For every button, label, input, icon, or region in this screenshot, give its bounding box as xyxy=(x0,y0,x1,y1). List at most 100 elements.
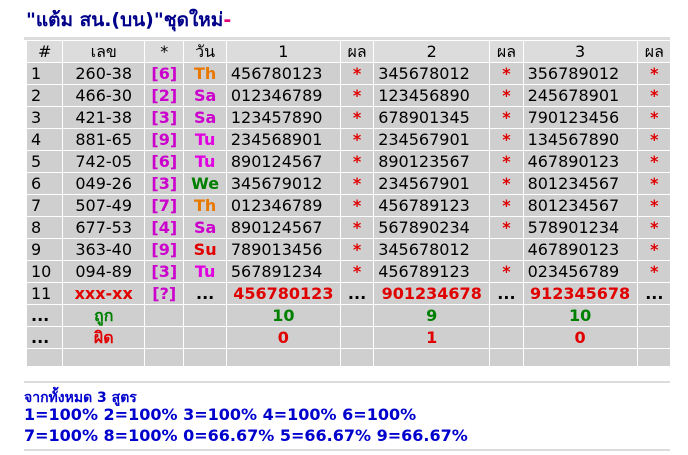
row-number: 881-65 xyxy=(63,129,145,150)
row-result-2 xyxy=(490,239,523,260)
row-number: 742-05 xyxy=(63,151,145,172)
header-result-2: ผล xyxy=(490,41,523,62)
row-result-2: * xyxy=(490,107,523,128)
row-day: Tu xyxy=(184,151,226,172)
row-set-2: 123456890 xyxy=(374,85,490,106)
row-set-3: 245678901 xyxy=(523,85,637,106)
summary-divider-bottom xyxy=(24,449,670,451)
summary-divider-top xyxy=(24,381,670,383)
row-set-1: 123457890 xyxy=(226,107,340,128)
table-row: 9 363-40 [9] Su 789013456 * 345678012 467890123… xyxy=(27,239,670,260)
prediction-set-3: 912345678 xyxy=(523,283,637,304)
row-result-3: * xyxy=(637,85,670,106)
row-number: 507-49 xyxy=(63,195,145,216)
prediction-index: 11 xyxy=(27,283,63,304)
arrow-icon: - xyxy=(223,9,232,31)
row-set-3: 790123456 xyxy=(523,107,637,128)
row-result-3: * xyxy=(637,151,670,172)
header-set-1: 1 xyxy=(226,41,340,62)
row-bracket: [3] xyxy=(145,173,184,194)
row-bracket: [7] xyxy=(145,195,184,216)
summary-stats-line-1: 1=100% 2=100% 3=100% 4=100% 6=100% xyxy=(24,405,417,424)
row-day: Sa xyxy=(184,107,226,128)
row-bracket: [3] xyxy=(145,261,184,282)
row-index: 9 xyxy=(27,239,63,260)
correct-row-blank xyxy=(145,305,184,326)
empty-cell xyxy=(184,349,226,366)
row-set-3: 134567890 xyxy=(523,129,637,150)
row-day: Tu xyxy=(184,261,226,282)
row-result-1: * xyxy=(340,63,374,84)
row-set-2: 567890234 xyxy=(374,217,490,238)
row-set-3: 467890123 xyxy=(523,239,637,260)
row-result-1: * xyxy=(340,173,374,194)
empty-cell xyxy=(637,349,670,366)
row-number: 421-38 xyxy=(63,107,145,128)
row-set-2: 234567901 xyxy=(374,129,490,150)
row-day: Th xyxy=(184,63,226,84)
row-set-2: 890123567 xyxy=(374,151,490,172)
row-result-3: * xyxy=(637,239,670,260)
table-row: 4 881-65 [9] Tu 234568901 * 234567901 * 13456789… xyxy=(27,129,670,150)
header-star: * xyxy=(145,41,184,62)
correct-row-blank xyxy=(637,305,670,326)
row-result-3: * xyxy=(637,173,670,194)
correct-row-blank xyxy=(490,305,523,326)
row-result-3: * xyxy=(637,129,670,150)
row-index: 6 xyxy=(27,173,63,194)
correct-row-set-3: 10 xyxy=(523,305,637,326)
row-result-1: * xyxy=(340,261,374,282)
row-number: 363-40 xyxy=(63,239,145,260)
empty-cell xyxy=(340,349,374,366)
row-set-3: 023456789 xyxy=(523,261,637,282)
table-row: 10 094-89 [3] Tu 567891234 * 456789123 * 0234567… xyxy=(27,261,670,282)
row-bracket: [6] xyxy=(145,151,184,172)
wrong-row-set-2: 1 xyxy=(374,327,490,348)
empty-row xyxy=(27,349,670,366)
row-bracket: [4] xyxy=(145,217,184,238)
wrong-row: ... ผิด 0 1 0 xyxy=(27,327,670,348)
row-set-1: 012346789 xyxy=(226,85,340,106)
row-day: Su xyxy=(184,239,226,260)
wrong-row-set-3: 0 xyxy=(523,327,637,348)
row-set-3: 356789012 xyxy=(523,63,637,84)
table-row: 5 742-05 [6] Tu 890124567 * 890123567 * 46789012… xyxy=(27,151,670,172)
row-result-1: * xyxy=(340,151,374,172)
summary-panel: จากทั้งหมด 3 สูตร 1=100% 2=100% 3=100% 4… xyxy=(24,381,670,455)
row-result-2: * xyxy=(490,217,523,238)
row-set-1: 234568901 xyxy=(226,129,340,150)
row-result-2: * xyxy=(490,85,523,106)
prediction-set-2: 901234678 xyxy=(374,283,490,304)
row-set-2: 456789123 xyxy=(374,195,490,216)
row-set-1: 890124567 xyxy=(226,217,340,238)
table-row: 3 421-38 [3] Sa 123457890 * 678901345 * 79012345… xyxy=(27,107,670,128)
row-set-1: 890124567 xyxy=(226,151,340,172)
row-day: Sa xyxy=(184,85,226,106)
row-result-1: * xyxy=(340,195,374,216)
row-index: 4 xyxy=(27,129,63,150)
row-index: 10 xyxy=(27,261,63,282)
page-title: "แต้ม สน.(บน)"ชุดใหม่- xyxy=(26,6,231,34)
row-index: 3 xyxy=(27,107,63,128)
wrong-row-blank xyxy=(145,327,184,348)
row-result-2: * xyxy=(490,195,523,216)
row-result-2: * xyxy=(490,129,523,150)
prediction-result-3: ... xyxy=(637,283,670,304)
row-set-3: 801234567 xyxy=(523,173,637,194)
row-set-2: 345678012 xyxy=(374,63,490,84)
summary-stats-line-2: 7=100% 8=100% 0=66.67% 5=66.67% 9=66.67% xyxy=(24,426,468,445)
empty-cell xyxy=(145,349,184,366)
prediction-result-2: ... xyxy=(490,283,523,304)
row-set-1: 012346789 xyxy=(226,195,340,216)
row-set-2: 345678012 xyxy=(374,239,490,260)
empty-cell xyxy=(523,349,637,366)
row-set-1: 567891234 xyxy=(226,261,340,282)
table-row: 7 507-49 [7] Th 012346789 * 456789123 * 80123456… xyxy=(27,195,670,216)
row-day: Tu xyxy=(184,129,226,150)
header-number: เลข xyxy=(63,41,145,62)
row-set-2: 234567901 xyxy=(374,173,490,194)
table-header-row: # เลข * วัน 1 ผล 2 ผล 3 ผล xyxy=(27,41,670,62)
row-day: We xyxy=(184,173,226,194)
prediction-row: 11 xxx-xx [?]... 456780123... 901234678... 91… xyxy=(27,283,670,304)
header-index: # xyxy=(27,41,63,62)
